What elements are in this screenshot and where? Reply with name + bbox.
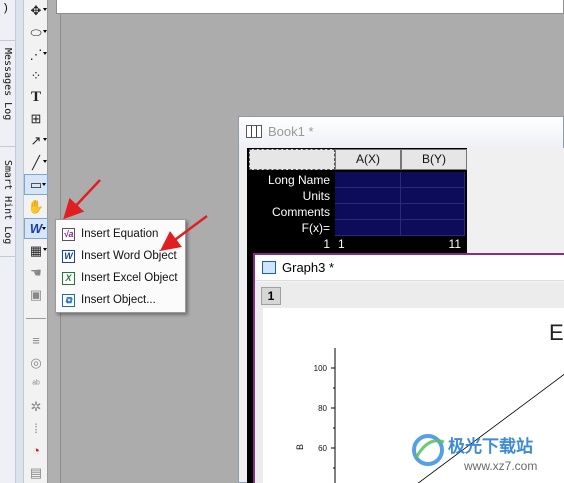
- annotation-arrow-1: [63, 179, 101, 220]
- watermark-text: 极光下载站: [448, 436, 533, 457]
- annotation-arrow-2: [159, 214, 208, 251]
- watermark-logo: 极光下载站 www.xz7.com: [408, 428, 564, 483]
- watermark-graphic: 极光下载站 www.xz7.com: [412, 434, 537, 473]
- annotation-overlay: [63, 179, 208, 251]
- watermark-url: www.xz7.com: [463, 459, 537, 473]
